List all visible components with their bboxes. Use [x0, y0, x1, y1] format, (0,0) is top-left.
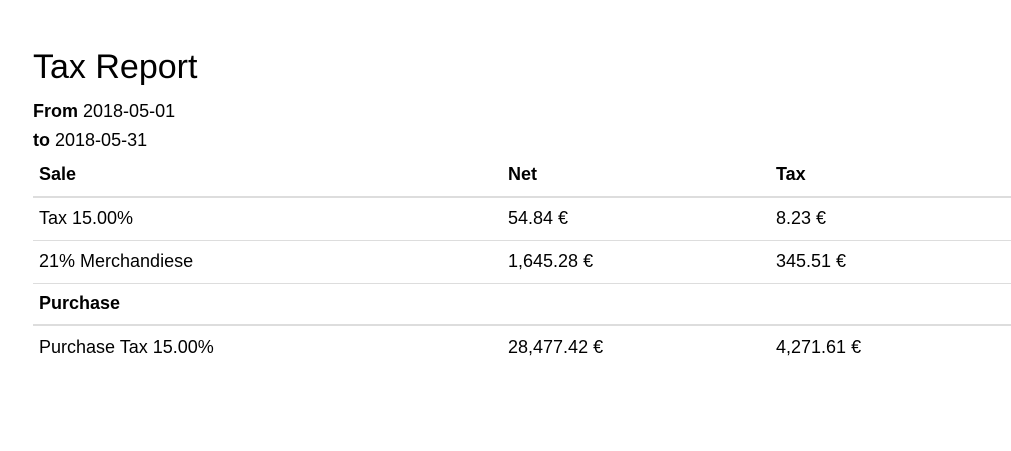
table-header-row: Sale Net Tax — [33, 153, 1011, 198]
to-date: 2018-05-31 — [55, 130, 148, 150]
table-row: Tax 15.00% 54.84 € 8.23 € — [33, 197, 1011, 241]
row-tax-name: Tax 15.00% — [33, 197, 502, 241]
from-label: From — [33, 101, 78, 121]
row-tax-value: 345.51 € — [770, 240, 1011, 284]
date-range-from: From 2018-05-01 — [33, 101, 175, 121]
date-range-to: to 2018-05-31 — [33, 130, 147, 150]
section-empty-net — [502, 283, 770, 326]
page-title: Tax Report — [33, 48, 198, 86]
header-sale: Sale — [33, 153, 502, 198]
row-net-value: 1,645.28 € — [502, 240, 770, 284]
tax-table: Sale Net Tax Tax 15.00% 54.84 € 8.23 € 2… — [33, 153, 1011, 368]
section-header-row: Purchase — [33, 283, 1011, 326]
header-tax: Tax — [770, 153, 1011, 198]
from-date: 2018-05-01 — [83, 101, 176, 121]
row-tax-name: Purchase Tax 15.00% — [39, 336, 214, 357]
to-label: to — [33, 130, 50, 150]
row-tax-name: 21% Merchandiese — [33, 240, 502, 284]
table-row: 21% Merchandiese 1,645.28 € 345.51 € — [33, 240, 1011, 284]
row-net-value: 54.84 € — [502, 197, 770, 241]
row-net-value: 28,477.42 € — [508, 336, 604, 357]
section-empty-tax — [770, 283, 1011, 326]
row-tax-value: 8.23 € — [770, 197, 1011, 241]
row-tax-value: 4,271.61 € — [776, 336, 862, 357]
header-net: Net — [502, 153, 770, 198]
section-purchase: Purchase — [33, 283, 502, 326]
table-row: Purchase Tax 15.00% 28,477.42 € 4,271.61… — [33, 325, 1011, 368]
